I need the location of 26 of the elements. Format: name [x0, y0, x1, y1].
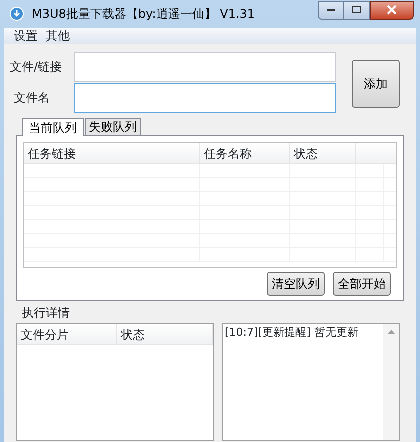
queue-button[interactable]: 全部开始 — [333, 272, 391, 296]
close-button[interactable] — [370, 0, 414, 20]
input-field[interactable] — [74, 52, 336, 82]
menu-item[interactable]: 设置 — [10, 28, 42, 44]
column-header: 任务名称 — [200, 143, 290, 163]
field-label: 文件/链接 — [10, 59, 64, 76]
close-icon — [387, 5, 397, 15]
queue-button[interactable]: 清空队列 — [267, 272, 325, 296]
column-header: 状态 — [117, 324, 213, 344]
group-title: 执行详情 — [21, 305, 71, 321]
tab[interactable]: 失败队列 — [85, 118, 141, 135]
minimize-button[interactable] — [318, 0, 344, 20]
maximize-button[interactable] — [344, 0, 370, 20]
log-text: [10:7][更新提醒] 暂无更新 — [224, 325, 360, 341]
add-button[interactable]: 添加 — [352, 60, 400, 108]
maximize-icon — [352, 6, 362, 14]
input-field[interactable] — [74, 83, 336, 113]
column-header: 状态 — [290, 143, 356, 163]
minimize-icon — [326, 8, 336, 12]
menu-item[interactable]: 其他 — [42, 28, 74, 44]
column-header: 文件分片 — [17, 324, 117, 344]
tab[interactable]: 当前队列 — [22, 118, 84, 136]
window-title: M3U8批量下载器【by:逍遥一仙】 V1.31 — [32, 6, 256, 23]
column-header: 任务链接 — [24, 143, 200, 163]
app-icon — [10, 7, 24, 21]
field-label: 文件名 — [13, 90, 51, 107]
